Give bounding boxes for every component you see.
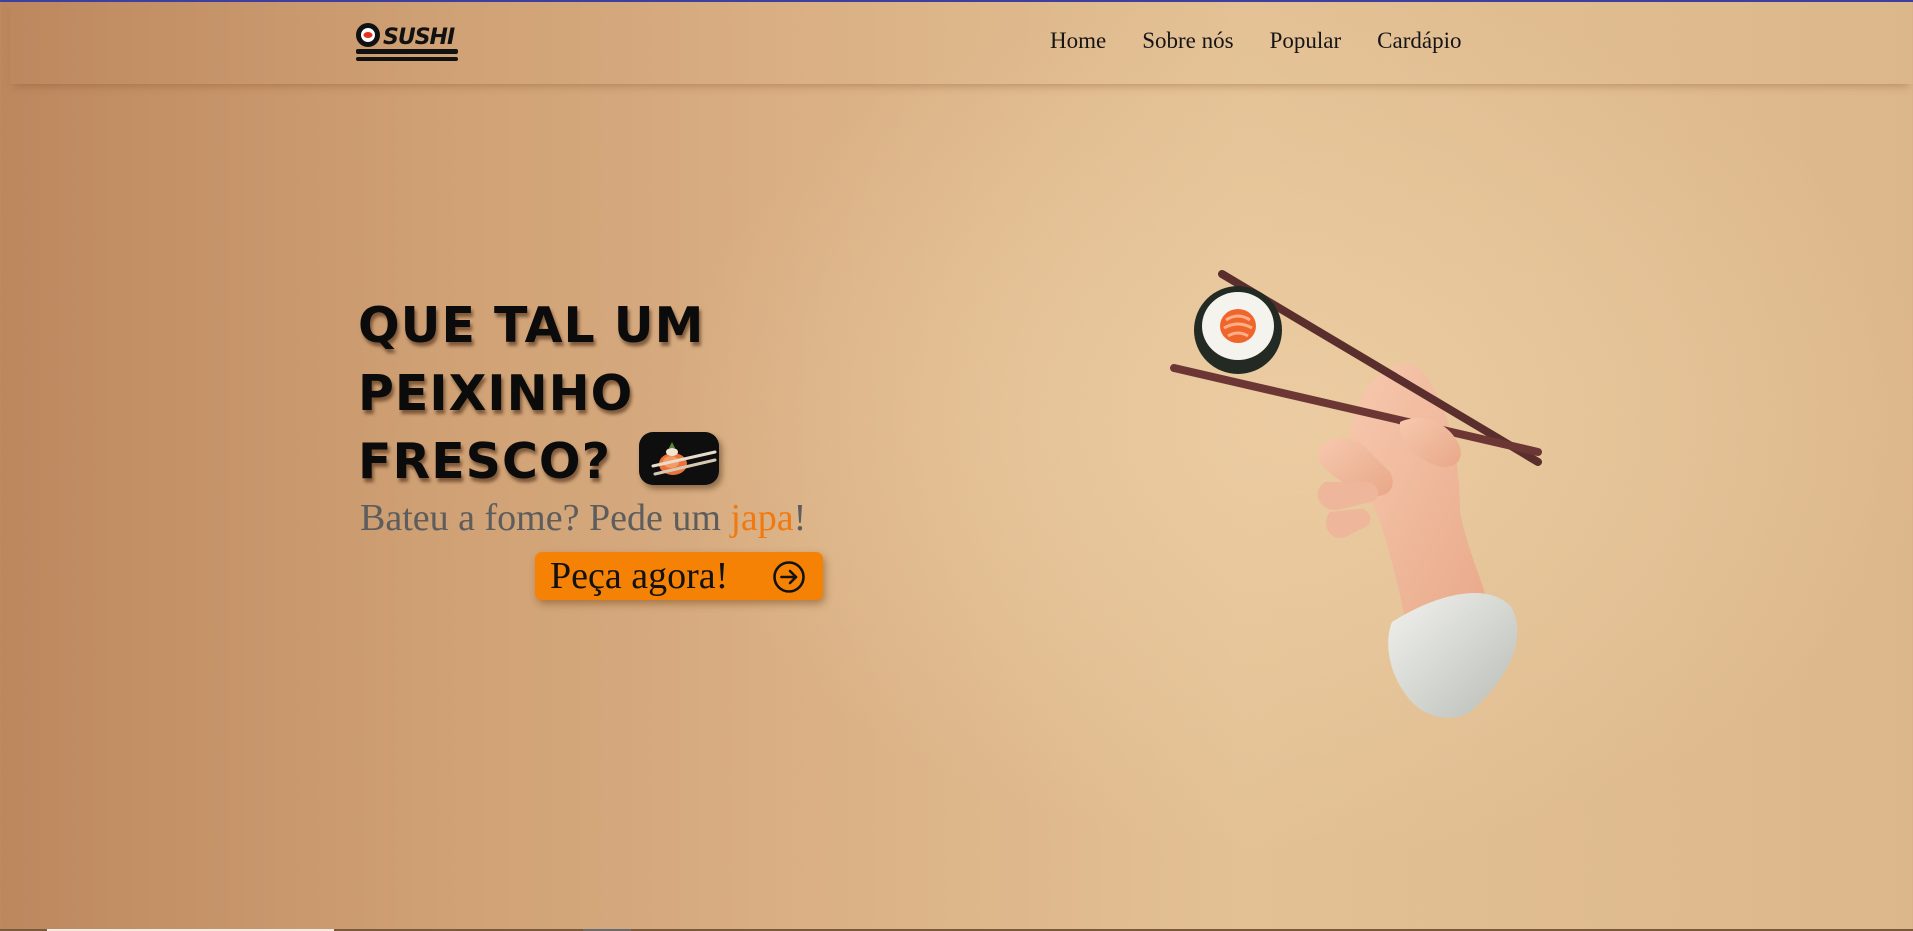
nav-home[interactable]: Home	[1050, 28, 1106, 54]
order-now-button[interactable]: Peça agora!	[535, 552, 823, 600]
hand-chopsticks-sushi-illustration	[1170, 270, 1542, 719]
subtitle-end: !	[793, 497, 807, 539]
nav-popular[interactable]: Popular	[1270, 28, 1342, 54]
arrow-right-circle-icon	[773, 561, 805, 593]
nav-sobre-nos[interactable]: Sobre nós	[1142, 28, 1233, 54]
subtitle-accent: japa	[730, 497, 794, 539]
site-header: SUSHI Home Sobre nós Popular Cardápio	[10, 2, 1913, 84]
logo-wordmark: SUSHI	[383, 25, 455, 50]
hero-title-line-3: FRESCO?	[358, 433, 612, 490]
hero-subtitle: Bateu a fome? Pede um japa!	[360, 496, 806, 540]
sushi-chopsticks-icon	[639, 432, 719, 485]
hero-title: QUE TAL UM PEIXINHO FRESCO?	[358, 292, 878, 496]
nav-cardapio[interactable]: Cardápio	[1377, 28, 1461, 54]
main-nav: Home Sobre nós Popular Cardápio	[1050, 28, 1461, 54]
order-now-label: Peça agora!	[550, 555, 729, 597]
subtitle-text: Bateu a fome? Pede um	[360, 497, 731, 539]
hero-title-line-2: PEIXINHO	[358, 365, 634, 422]
sushi-logo[interactable]: SUSHI	[354, 20, 460, 64]
hero-title-line-1: QUE TAL UM	[358, 297, 705, 354]
